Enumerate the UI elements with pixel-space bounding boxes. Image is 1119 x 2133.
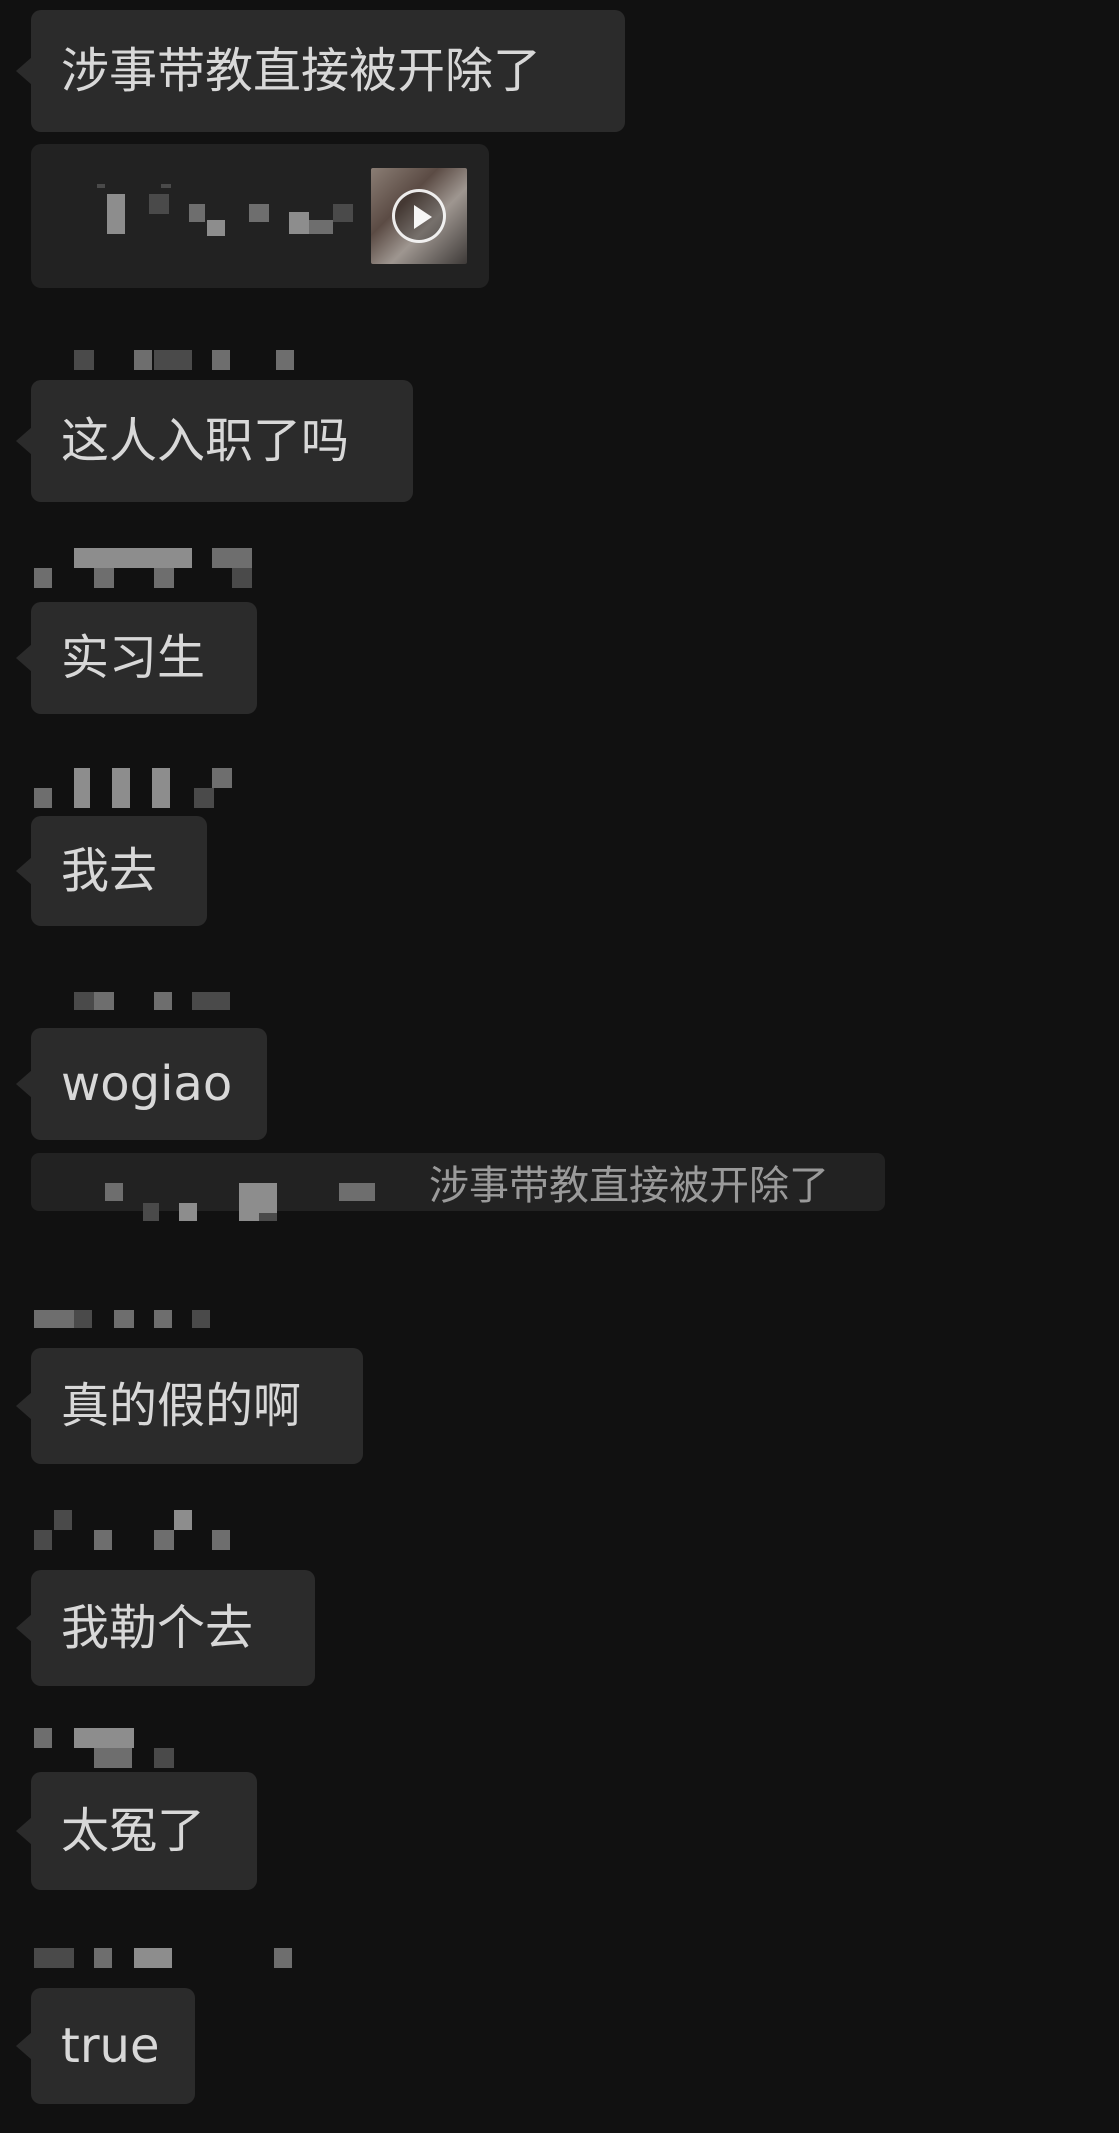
pixelated-block — [74, 350, 94, 370]
message-bubble[interactable]: 太冤了 — [16, 1772, 257, 1890]
message-text: 这人入职了吗 — [61, 413, 350, 469]
pixelated-block — [154, 1310, 172, 1328]
pixelated-block — [34, 1728, 52, 1748]
message-bubble[interactable]: 实习生 — [16, 602, 257, 714]
chat-message-list[interactable]: 涉事带教直接被开除了 这人入职了吗 实习生 我去 wogiao 涉事带教直接被开… — [0, 0, 1119, 2133]
pixelated-block — [174, 1510, 192, 1530]
pixelated-block — [34, 1530, 52, 1550]
pixelated-block — [97, 184, 105, 188]
pixelated-block — [274, 1948, 292, 1968]
quote-text: 涉事带教直接被开除了 — [429, 1163, 829, 1209]
pixelated-block — [154, 568, 174, 588]
pixelated-block — [161, 184, 171, 188]
pixelated-block — [194, 788, 214, 808]
pixelated-block — [107, 194, 125, 234]
pixelated-block — [105, 1183, 123, 1201]
pixelated-block — [259, 1213, 277, 1221]
message-text: true — [61, 2018, 160, 2074]
pixelated-block — [289, 212, 309, 234]
message-text: 实习生 — [61, 630, 206, 686]
message-bubble[interactable]: 我去 — [16, 816, 207, 926]
pixelated-block — [74, 992, 94, 1010]
message-bubble[interactable]: 涉事带教直接被开除了 — [16, 10, 625, 132]
pixelated-block — [34, 1948, 74, 1968]
sender-name-pixelated — [34, 768, 334, 810]
pixelated-block — [249, 204, 269, 222]
pixelated-block — [74, 548, 134, 568]
pixelated-block — [134, 350, 152, 370]
sender-name-pixelated — [34, 988, 334, 1016]
pixelated-block — [154, 350, 192, 370]
play-icon[interactable] — [392, 189, 446, 243]
pixelated-block — [114, 1310, 134, 1328]
pixelated-block — [34, 788, 52, 808]
pixelated-block — [34, 568, 52, 588]
pixelated-block — [212, 548, 252, 568]
sender-name-pixelated — [34, 548, 334, 590]
message-bubble[interactable]: wogiao — [16, 1028, 267, 1140]
pixelated-block — [74, 1728, 134, 1748]
sender-name-pixelated — [34, 342, 334, 370]
pixelated-block — [339, 1183, 375, 1201]
pixelated-block — [74, 768, 90, 808]
pixelated-block — [152, 768, 170, 808]
pixelated-block — [154, 992, 172, 1010]
pixelated-block — [212, 350, 230, 370]
message-text: 太冤了 — [61, 1803, 206, 1859]
pixelated-block — [112, 768, 130, 808]
pixelated-block — [94, 1748, 132, 1768]
pixelated-block — [94, 992, 114, 1010]
pixelated-block — [333, 204, 353, 222]
pixelated-block — [309, 220, 333, 234]
sender-name-pixelated — [34, 1728, 334, 1770]
quoted-message[interactable]: 涉事带教直接被开除了 — [31, 1153, 885, 1221]
pixelated-block — [143, 1203, 159, 1221]
message-bubble[interactable]: 真的假的啊 — [16, 1348, 363, 1464]
pixelated-block — [134, 1948, 172, 1968]
pixelated-block — [134, 548, 192, 568]
pixelated-block — [212, 1530, 230, 1550]
sender-name-pixelated — [34, 1310, 334, 1338]
quote-sender-pixelated — [75, 1183, 435, 1221]
pixelated-block — [154, 1748, 174, 1768]
pixelated-block — [232, 568, 252, 588]
pixelated-block — [74, 1310, 92, 1328]
pixelated-block — [192, 992, 230, 1010]
pixelated-block — [212, 768, 232, 788]
message-text: 真的假的啊 — [61, 1378, 302, 1434]
message-bubble[interactable]: 我勒个去 — [16, 1570, 315, 1686]
video-thumbnail[interactable] — [371, 168, 467, 264]
pixelated-block — [179, 1203, 197, 1221]
pixelated-block — [34, 1310, 74, 1328]
pixelated-block — [94, 1948, 112, 1968]
message-bubble[interactable]: true — [16, 1988, 195, 2104]
sender-name-pixelated — [34, 1510, 334, 1552]
pixelated-block — [149, 194, 169, 214]
message-text: 我勒个去 — [61, 1600, 254, 1656]
pixelated-block — [276, 350, 294, 370]
sender-name-pixelated — [34, 1948, 334, 1976]
message-bubble[interactable]: 这人入职了吗 — [16, 380, 413, 502]
pixelated-block — [189, 204, 205, 222]
pixelated-block — [54, 1510, 72, 1530]
pixelated-block — [154, 1530, 174, 1550]
message-text: 涉事带教直接被开除了 — [61, 43, 542, 99]
pixelated-block — [94, 1530, 112, 1550]
pixelated-block — [192, 1310, 210, 1328]
card-title-pixelated — [71, 184, 371, 254]
message-text: 我去 — [61, 843, 158, 899]
pixelated-block — [94, 568, 114, 588]
message-text: wogiao — [61, 1056, 233, 1112]
shared-video-card[interactable] — [31, 144, 489, 288]
pixelated-block — [207, 220, 225, 236]
